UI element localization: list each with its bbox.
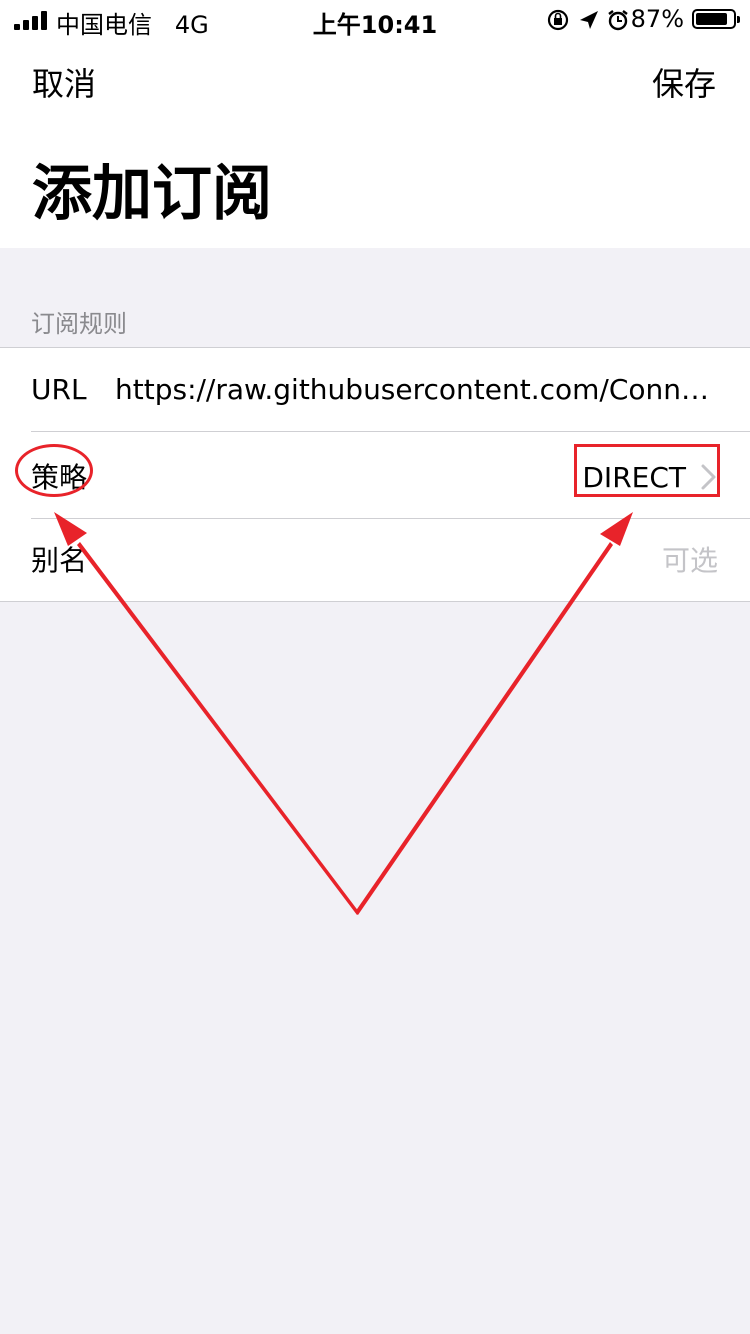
section-header: 订阅规则 — [31, 310, 127, 338]
url-row[interactable]: URL https://raw.githubusercontent.com/Co… — [0, 348, 750, 432]
alias-input[interactable]: 可选 — [662, 541, 718, 581]
orientation-lock-icon — [547, 9, 569, 31]
save-button[interactable]: 保存 — [652, 62, 716, 106]
annotation-ellipse — [15, 444, 93, 497]
annotation-rectangle — [574, 444, 720, 497]
page-title: 添加订阅 — [32, 159, 272, 229]
status-icons — [547, 9, 628, 31]
status-bar: 中国电信 4G 上午10:41 87% — [0, 0, 750, 40]
cancel-button[interactable]: 取消 — [32, 62, 96, 106]
battery-percent: 87% — [630, 5, 684, 33]
location-arrow-icon — [580, 11, 598, 29]
alias-label: 别名 — [31, 544, 88, 577]
alias-row[interactable]: 别名 可选 — [0, 519, 750, 601]
battery-icon — [692, 9, 740, 29]
alarm-icon — [608, 10, 628, 31]
url-input[interactable]: https://raw.githubusercontent.com/Conner… — [115, 370, 720, 410]
url-label: URL — [31, 373, 87, 406]
